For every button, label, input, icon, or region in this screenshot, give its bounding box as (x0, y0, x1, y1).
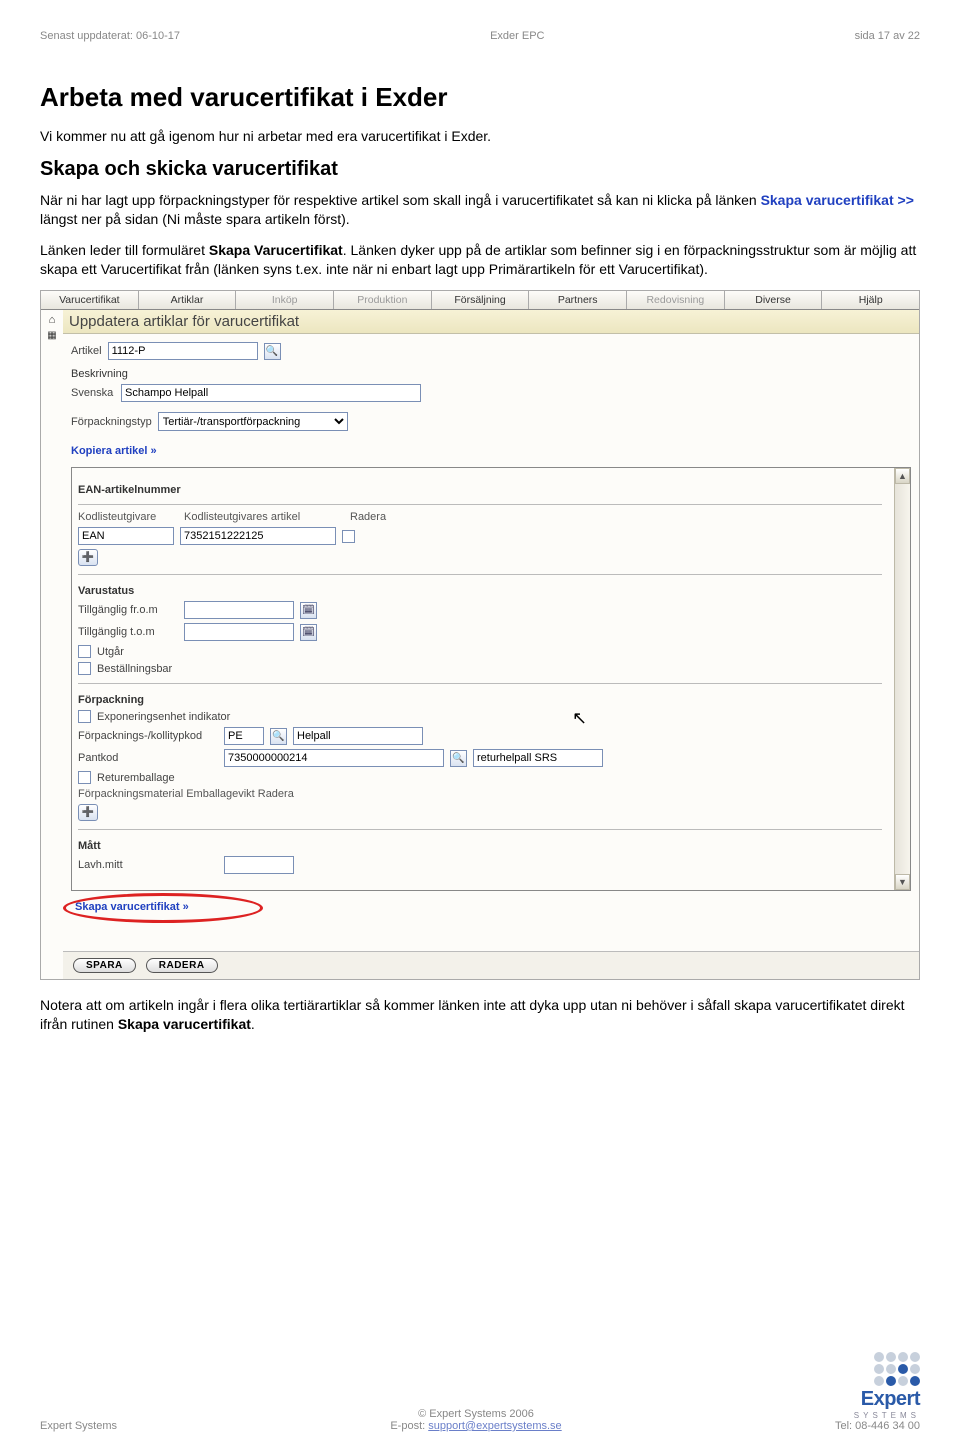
p2-text-b: längst ner på sidan (Ni måste spara arti… (40, 211, 350, 227)
scroll-down-icon[interactable]: ▼ (895, 874, 910, 890)
add-row-icon[interactable]: ➕ (78, 549, 98, 566)
doc-header: Senast uppdaterat: 06-10-17 Exder EPC si… (40, 30, 920, 42)
menu-hjalp[interactable]: Hjälp (822, 291, 919, 309)
svenska-label: Svenska (71, 387, 115, 399)
emballage-table-header: Förpackningsmaterial Emballagevikt Rader… (78, 788, 904, 800)
button-bar: SPARA RADERA (63, 951, 919, 979)
lookup-icon[interactable]: 🔍 (270, 728, 287, 745)
calendar-icon[interactable]: 🗓 (300, 602, 317, 619)
matt-header: Mått (78, 840, 904, 852)
scroll-up-icon[interactable]: ▲ (895, 468, 910, 484)
p3-text-a: Länken leder till formuläret (40, 242, 209, 258)
footnote-c: . (251, 1016, 255, 1032)
artikel-label: Artikel (71, 345, 102, 357)
varustatus-header: Varustatus (78, 585, 904, 597)
lookup-icon[interactable]: 🔍 (264, 343, 281, 360)
kollitypkod-label: Förpacknings-/kollitypkod (78, 730, 218, 742)
footer-email-label: E-post: (390, 1420, 428, 1432)
side-icon-column: ⌂ ▦ (41, 310, 63, 979)
pantkod-desc-input[interactable] (473, 749, 603, 767)
forpackningstyp-select[interactable]: Tertiär-/transportförpackning (158, 412, 348, 431)
footer-right: Tel: 08-446 34 00 (835, 1420, 920, 1432)
lavhmitt-label: Lavh.mitt (78, 859, 218, 871)
menu-redovisning: Redovisning (627, 291, 725, 309)
ean-col2: Kodlisteutgivares artikel (184, 511, 344, 523)
header-left: Senast uppdaterat: 06-10-17 (40, 30, 180, 42)
logo-word: Expert (861, 1388, 920, 1411)
tillg-from-label: Tillgänglig fr.o.m (78, 604, 178, 616)
menu-inkop: Inköp (236, 291, 334, 309)
page-title: Arbeta med varucertifikat i Exder (40, 82, 920, 113)
kopiera-artikel-link[interactable]: Kopiera artikel » (71, 445, 157, 457)
ean-delete-checkbox[interactable] (342, 530, 355, 543)
logo-subtitle: SYSTEMS (854, 1411, 920, 1420)
form-title: Uppdatera artiklar för varucertifikat (63, 310, 919, 334)
expert-logo: Expert SYSTEMS (835, 1352, 920, 1420)
save-button[interactable]: SPARA (73, 958, 136, 973)
skapa-varucertifikat-link: Skapa varucertifikat >> (761, 192, 914, 208)
forpackningstyp-label: Förpackningstyp (71, 416, 152, 428)
tillg-tom-label: Tillgänglig t.o.m (78, 626, 178, 638)
section-heading: Skapa och skicka varucertifikat (40, 158, 920, 181)
lavhmitt-input[interactable] (224, 856, 294, 874)
app-window: Varucertifikat Artiklar Inköp Produktion… (40, 290, 920, 980)
returemballage-checkbox[interactable] (78, 771, 91, 784)
ean-value-input[interactable] (180, 527, 336, 545)
pantkod-input[interactable] (224, 749, 444, 767)
header-center: Exder EPC (490, 30, 544, 42)
ean-col3: Radera (350, 511, 386, 523)
p2-text-a: När ni har lagt upp förpackningstyper fö… (40, 192, 761, 208)
menubar: Varucertifikat Artiklar Inköp Produktion… (41, 291, 919, 310)
mouse-cursor-icon: ↖ (572, 708, 587, 729)
menu-varucertifikat[interactable]: Varucertifikat (41, 291, 139, 309)
footnote-b: Skapa varucertifikat (118, 1016, 251, 1032)
menu-forsaljning[interactable]: Försäljning (432, 291, 530, 309)
menu-partners[interactable]: Partners (529, 291, 627, 309)
utgar-label: Utgår (97, 646, 124, 658)
kollitypkod-input[interactable] (224, 727, 264, 745)
grid-icon[interactable]: ▦ (47, 330, 56, 341)
paragraph-3: Länken leder till formuläret Skapa Varuc… (40, 241, 920, 279)
forpackning-header: Förpackning (78, 694, 904, 706)
skapa-varucertifikat-form-link[interactable]: Skapa varucertifikat » (75, 901, 189, 913)
ean-section-header: EAN-artikelnummer (78, 484, 904, 496)
doc-footer: Expert Systems © Expert Systems 2006 E-p… (40, 1352, 920, 1432)
footer-left: Expert Systems (40, 1420, 117, 1432)
bestallningsbar-checkbox[interactable] (78, 662, 91, 675)
kollitypkod-desc-input[interactable] (293, 727, 423, 745)
footnote: Notera att om artikeln ingår i flera oli… (40, 996, 920, 1034)
paragraph-2: När ni har lagt upp förpackningstyper fö… (40, 191, 920, 229)
menu-diverse[interactable]: Diverse (725, 291, 823, 309)
footer-copyright: © Expert Systems 2006 (117, 1408, 835, 1420)
tillg-from-input[interactable] (184, 601, 294, 619)
lookup-icon[interactable]: 🔍 (450, 750, 467, 767)
ean-issuer-input[interactable] (78, 527, 174, 545)
tillg-tom-input[interactable] (184, 623, 294, 641)
pantkod-label: Pantkod (78, 752, 218, 764)
p3-bold: Skapa Varucertifikat (209, 242, 343, 258)
bestallningsbar-label: Beställningsbar (97, 663, 172, 675)
header-right: sida 17 av 22 (855, 30, 920, 42)
beskrivning-label: Beskrivning (71, 368, 911, 380)
subframe: EAN-artikelnummer Kodlisteutgivare Kodli… (71, 467, 911, 891)
footer-email-link[interactable]: support@expertsystems.se (428, 1420, 561, 1432)
artikel-input[interactable] (108, 342, 258, 360)
utgar-checkbox[interactable] (78, 645, 91, 658)
calendar-icon[interactable]: 🗓 (300, 624, 317, 641)
exponeringsenhet-checkbox[interactable] (78, 710, 91, 723)
ean-col1: Kodlisteutgivare (78, 511, 178, 523)
intro-paragraph: Vi kommer nu att gå igenom hur ni arbeta… (40, 127, 920, 146)
menu-produktion: Produktion (334, 291, 432, 309)
exponeringsenhet-label: Exponeringsenhet indikator (97, 711, 230, 723)
scrollbar[interactable]: ▲ ▼ (894, 468, 910, 890)
add-row-icon[interactable]: ➕ (78, 804, 98, 821)
svenska-input[interactable] (121, 384, 421, 402)
delete-button[interactable]: RADERA (146, 958, 218, 973)
returemballage-label: Returemballage (97, 772, 175, 784)
menu-artiklar[interactable]: Artiklar (139, 291, 237, 309)
home-icon[interactable]: ⌂ (49, 314, 56, 326)
